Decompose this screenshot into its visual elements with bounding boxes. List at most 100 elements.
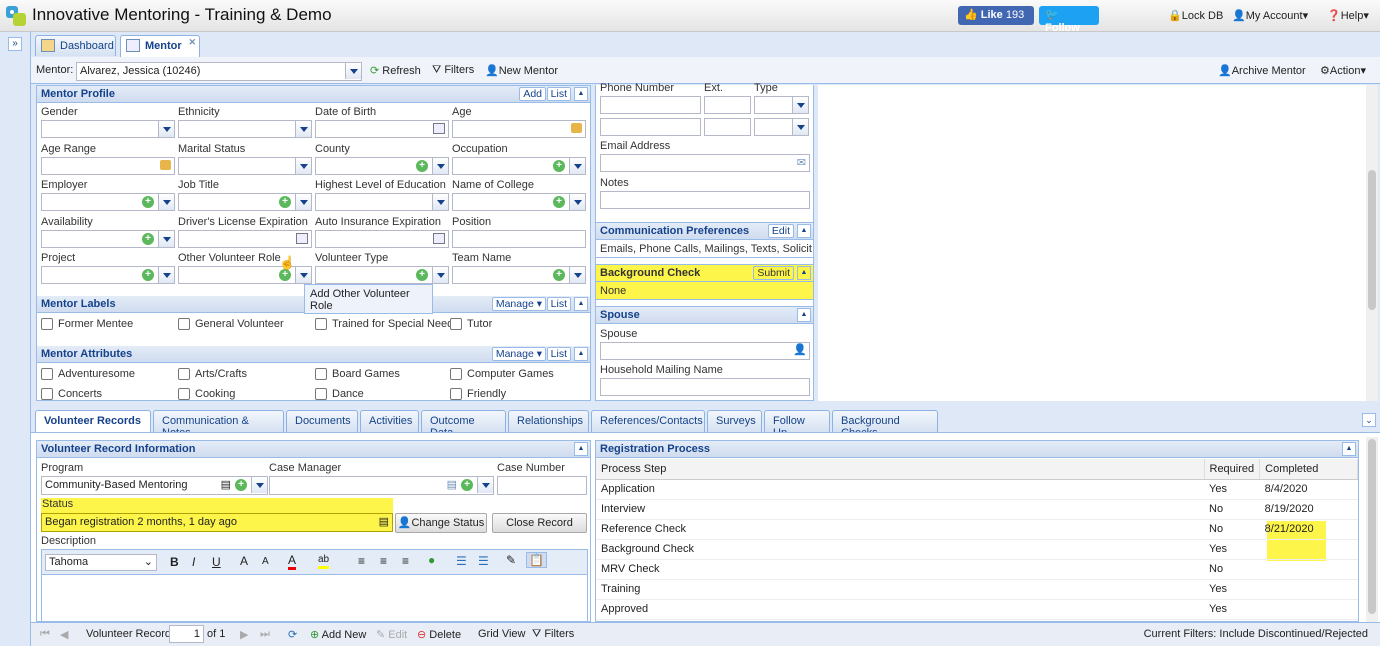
chevron-down-icon[interactable] [295, 267, 311, 283]
new-mentor-button[interactable]: 👤New Mentor [485, 64, 558, 77]
submit-button[interactable]: Submit [753, 266, 794, 280]
grid-view-button[interactable]: Grid View [478, 628, 525, 640]
phone-type-select-2[interactable] [754, 118, 809, 136]
chevron-down-icon[interactable] [792, 97, 808, 113]
column-header[interactable]: Required [1204, 459, 1261, 480]
calendar-icon[interactable] [296, 232, 308, 244]
table-row[interactable]: MRV Check No [596, 559, 1358, 580]
spouse-input[interactable]: 👤 [600, 342, 810, 360]
date-of-birth-input[interactable] [315, 120, 449, 138]
chevron-down-icon[interactable] [295, 157, 311, 174]
chevron-down-icon[interactable] [569, 157, 585, 174]
envelope-icon[interactable]: ✉ [797, 156, 806, 169]
expand-down-icon[interactable]: ⌄ [1362, 413, 1376, 427]
add-icon[interactable]: + [461, 479, 473, 491]
age-input[interactable] [452, 120, 586, 138]
change-status-button[interactable]: 👤Change Status [395, 513, 487, 533]
archive-mentor-button[interactable]: 👤Archive Mentor [1218, 64, 1306, 77]
chevron-down-icon[interactable] [432, 267, 448, 283]
chevron-down-icon[interactable] [792, 119, 808, 135]
add-icon[interactable]: + [416, 269, 428, 281]
highlight-color-icon[interactable]: ab [318, 553, 330, 569]
grow-font-icon[interactable]: A [240, 554, 248, 568]
marital-status-input[interactable] [178, 156, 312, 175]
link-icon[interactable]: ● [428, 553, 435, 567]
program-select[interactable]: Community-Based Mentoring + ▤ [41, 476, 268, 495]
collapse-icon[interactable]: ▲ [574, 87, 588, 101]
expand-sidebar-icon[interactable]: » [8, 37, 22, 51]
add-icon[interactable]: + [553, 196, 565, 208]
tab-volunteer-records[interactable]: Volunteer Records [35, 410, 151, 432]
add-icon[interactable]: + [235, 479, 247, 491]
collapse-icon[interactable]: ▲ [797, 266, 811, 280]
ordered-list-icon[interactable]: ☰ [456, 554, 467, 568]
table-row[interactable]: Background Check Yes [596, 539, 1358, 560]
chevron-down-icon[interactable] [432, 194, 448, 210]
calendar-icon[interactable] [433, 123, 445, 134]
facebook-like-button[interactable]: 👍 Like 193 [958, 6, 1034, 25]
tab-dashboard[interactable]: Dashboard [35, 35, 116, 56]
align-left-icon[interactable]: ≡ [358, 554, 365, 568]
label-checkbox[interactable] [178, 318, 190, 330]
chevron-down-icon[interactable] [158, 267, 174, 283]
tab-background-checks[interactable]: Background Checks [832, 410, 938, 439]
chevron-down-icon[interactable] [569, 267, 585, 283]
phone-input-2[interactable] [600, 118, 701, 136]
highest-level-of-education-input[interactable] [315, 193, 449, 211]
source-edit-icon[interactable]: ✎ [506, 553, 516, 567]
help-menu[interactable]: ❓Help▾ [1327, 9, 1369, 22]
age-range-input[interactable] [41, 156, 175, 175]
lock-db-link[interactable]: 🔒Lock DB [1168, 9, 1223, 22]
close-record-button[interactable]: Close Record [492, 513, 587, 533]
collapse-icon[interactable]: ▲ [574, 442, 588, 456]
occupation-input[interactable]: + [452, 156, 586, 175]
last-page-icon[interactable]: ⏭ [260, 628, 270, 641]
next-page-icon[interactable]: ▶ [240, 628, 248, 641]
label-checkbox[interactable] [450, 318, 462, 330]
attribute-checkbox[interactable] [315, 368, 327, 380]
job-title-input[interactable]: + [178, 193, 312, 211]
paste-word-icon[interactable]: 📋 [526, 552, 547, 568]
ethnicity-input[interactable] [178, 120, 312, 138]
attribute-checkbox[interactable] [41, 388, 53, 400]
mentor-select[interactable]: Alvarez, Jessica (10246) [76, 62, 362, 81]
calendar-icon[interactable] [433, 232, 445, 244]
table-row[interactable]: Application Yes 8/4/2020 [596, 479, 1358, 500]
team-name-input[interactable]: + [452, 266, 586, 284]
chevron-down-icon[interactable] [158, 194, 174, 210]
status-field[interactable]: Began registration 2 months, 1 day ago ▤ [41, 513, 393, 532]
add-icon[interactable]: + [142, 269, 154, 281]
tab-documents[interactable]: Documents [286, 410, 358, 432]
driver-s-license-expiration-input[interactable] [178, 229, 312, 248]
scrollbar-thumb[interactable] [1368, 170, 1376, 310]
volunteer-type-input[interactable]: + [315, 266, 449, 284]
manage-button[interactable]: Manage ▾ [491, 297, 546, 311]
underline-icon[interactable]: U [212, 555, 221, 569]
add-icon[interactable]: + [553, 159, 565, 172]
add-button[interactable]: Add [519, 87, 546, 101]
first-page-icon[interactable]: ⏮ [40, 628, 50, 641]
chevron-down-icon[interactable] [345, 63, 361, 79]
label-checkbox[interactable] [315, 318, 327, 330]
list-button[interactable]: List [546, 87, 571, 101]
employer-input[interactable]: + [41, 193, 175, 211]
email-input[interactable]: ✉ [600, 154, 810, 172]
list-button[interactable]: List [546, 347, 571, 361]
attribute-checkbox[interactable] [450, 388, 462, 400]
align-right-icon[interactable]: ≡ [402, 554, 409, 568]
name-of-college-input[interactable]: + [452, 193, 586, 211]
chevron-down-icon[interactable] [158, 230, 174, 247]
add-icon[interactable]: + [142, 232, 154, 245]
ext-input-2[interactable] [704, 118, 751, 136]
chevron-down-icon[interactable] [158, 121, 174, 137]
attribute-checkbox[interactable] [41, 368, 53, 380]
chevron-down-icon[interactable] [477, 477, 493, 493]
collapse-icon[interactable]: ▲ [797, 308, 811, 322]
tab-surveys[interactable]: Surveys [707, 410, 762, 432]
calendar-list-icon[interactable]: ▤ [379, 515, 389, 528]
scrollbar-thumb[interactable] [1368, 439, 1376, 614]
notes-input[interactable] [600, 191, 810, 209]
tab-references-contacts[interactable]: References/Contacts [591, 410, 705, 432]
my-account-menu[interactable]: 👤My Account▾ [1232, 9, 1308, 22]
ext-input[interactable] [704, 96, 751, 114]
